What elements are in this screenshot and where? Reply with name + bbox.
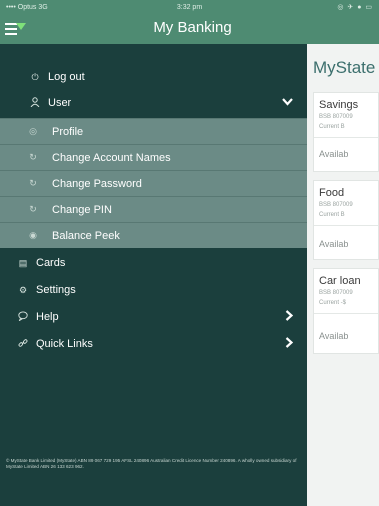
sidebar-item-label: Quick Links — [36, 338, 93, 350]
page-title: My Banking — [153, 19, 232, 36]
logout-label: Log out — [48, 71, 85, 83]
account-current-balance: Current -$ — [319, 300, 347, 306]
card-divider — [314, 313, 378, 314]
refresh-icon: ↻ — [29, 152, 37, 162]
sidebar-item-profile[interactable]: ◎ Profile — [0, 118, 307, 144]
carrier-label: •••• Optus 3G — [6, 3, 48, 11]
sidebar-item-change-account-names[interactable]: ↻ Change Account Names — [0, 144, 307, 170]
account-current-balance: Current B — [319, 212, 345, 218]
account-bsb: BSB 807009 — [319, 290, 353, 296]
clock-label: 3:32 pm — [176, 3, 203, 11]
sidebar-item-label: Help — [36, 311, 59, 323]
sidebar-item-balance-peek[interactable]: ◉ Balance Peek — [0, 222, 307, 248]
eye-icon: ◉ — [29, 230, 37, 240]
account-card-food[interactable]: Food BSB 807009 Current B Availab — [313, 180, 379, 260]
sidebar-item-label: Profile — [52, 125, 84, 138]
link-icon — [16, 338, 30, 350]
chat-bubble-icon — [16, 311, 30, 323]
logout-button[interactable]: ⏻ Log out — [0, 68, 307, 86]
account-name: Car loan — [319, 275, 361, 287]
account-name: Savings — [319, 99, 359, 111]
sidebar-item-settings[interactable]: ⚙ Settings — [0, 281, 307, 299]
account-available-balance: Availab — [319, 149, 349, 159]
chevron-right-icon — [285, 337, 294, 351]
account-bsb: BSB 807009 — [319, 114, 353, 120]
account-card-car-loan[interactable]: Car loan BSB 807009 Current -$ Availab — [313, 268, 379, 354]
profile-icon: ◎ — [29, 126, 37, 136]
sidebar-item-label: Change PIN — [52, 203, 112, 216]
app-header: My Banking — [0, 14, 379, 44]
sidebar-item-label: User — [48, 97, 72, 109]
user-icon — [28, 97, 42, 109]
card-divider — [314, 225, 378, 226]
sidebar-item-label: Change Account Names — [52, 151, 171, 164]
account-current-balance: Current B — [319, 124, 345, 130]
account-card-savings[interactable]: Savings BSB 807009 Current B Availab — [313, 92, 379, 172]
legal-footer: © MyState Bank Limited (MyState) ABN 89 … — [6, 458, 297, 469]
cards-icon: ▤ — [18, 257, 28, 268]
sidebar-item-cards[interactable]: ▤ Cards — [0, 254, 307, 272]
sidebar-item-label: Settings — [36, 284, 76, 296]
sidebar-item-label: Change Password — [52, 177, 142, 190]
sidebar-menu: ⏻ Log out User ◎ Profile ↻ Change Accoun… — [0, 44, 307, 506]
status-bar: •••• Optus 3G 3:32 pm ◎ ✈ ● ▭ — [0, 0, 379, 14]
refresh-icon: ↻ — [29, 204, 37, 214]
chevron-down-icon — [282, 97, 293, 109]
gear-icon: ⚙ — [18, 284, 28, 295]
account-available-balance: Availab — [319, 239, 349, 249]
account-available-balance: Availab — [319, 331, 349, 341]
logout-icon: ⏻ — [31, 71, 39, 82]
refresh-icon: ↻ — [29, 178, 37, 188]
sidebar-item-label: Balance Peek — [52, 229, 120, 242]
card-divider — [314, 137, 378, 138]
account-bsb: BSB 807009 — [319, 202, 353, 208]
sidebar-item-help[interactable]: Help — [0, 308, 307, 326]
chevron-right-icon — [285, 310, 294, 324]
accounts-panel: MyState Savings BSB 807009 Current B Ava… — [307, 44, 379, 506]
sidebar-item-change-password[interactable]: ↻ Change Password — [0, 170, 307, 196]
sidebar-item-change-pin[interactable]: ↻ Change PIN — [0, 196, 307, 222]
sidebar-item-quick-links[interactable]: Quick Links — [0, 335, 307, 353]
accounts-heading: MyState — [313, 58, 376, 77]
status-icons: ◎ ✈ ● ▭ — [337, 4, 373, 11]
sidebar-item-user[interactable]: User — [0, 94, 307, 112]
account-name: Food — [319, 187, 345, 199]
sidebar-item-label: Cards — [36, 257, 66, 269]
